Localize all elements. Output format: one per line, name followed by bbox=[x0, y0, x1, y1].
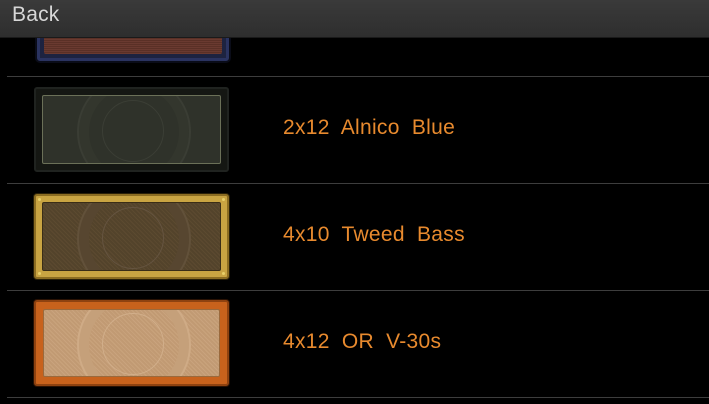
grill-cloth bbox=[42, 95, 221, 164]
grill-cloth bbox=[43, 309, 220, 377]
cabinet-row-tweed-bass[interactable]: 4x10 Tweed Bass bbox=[0, 184, 709, 290]
corner-screw-icon bbox=[222, 272, 225, 275]
cabinet-label: 2x12 Alnico Blue bbox=[283, 116, 456, 139]
speaker-dustcap-icon bbox=[101, 206, 164, 269]
cabinet-label: 4x10 Tweed Bass bbox=[283, 223, 465, 246]
cabinet-list[interactable]: 2x12 Alnico Blue 4x10 Tweed Bass 4x12 OR… bbox=[0, 0, 709, 404]
grill-cloth bbox=[42, 202, 221, 271]
corner-screw-icon bbox=[38, 198, 41, 201]
cabinet-row-or-v30s[interactable]: 4x12 OR V-30s bbox=[0, 291, 709, 397]
cabinet-row-alnico-blue[interactable]: 2x12 Alnico Blue bbox=[0, 77, 709, 183]
speaker-dustcap-icon bbox=[101, 99, 164, 162]
corner-screw-icon bbox=[222, 198, 225, 201]
amp-cabinet-picker: 2x12 Alnico Blue 4x10 Tweed Bass 4x12 OR… bbox=[0, 0, 709, 404]
cabinet-thumbnail-or-v30s bbox=[34, 300, 229, 386]
corner-screw-icon bbox=[38, 272, 41, 275]
row-divider bbox=[7, 397, 709, 398]
navigation-bar: Back bbox=[0, 0, 709, 38]
cabinet-thumbnail-tweed-bass bbox=[34, 194, 229, 279]
cabinet-label: 4x12 OR V-30s bbox=[283, 330, 442, 353]
cabinet-thumbnail-alnico-blue bbox=[34, 87, 229, 172]
back-button[interactable]: Back bbox=[12, 2, 60, 28]
speaker-dustcap-icon bbox=[101, 313, 164, 375]
